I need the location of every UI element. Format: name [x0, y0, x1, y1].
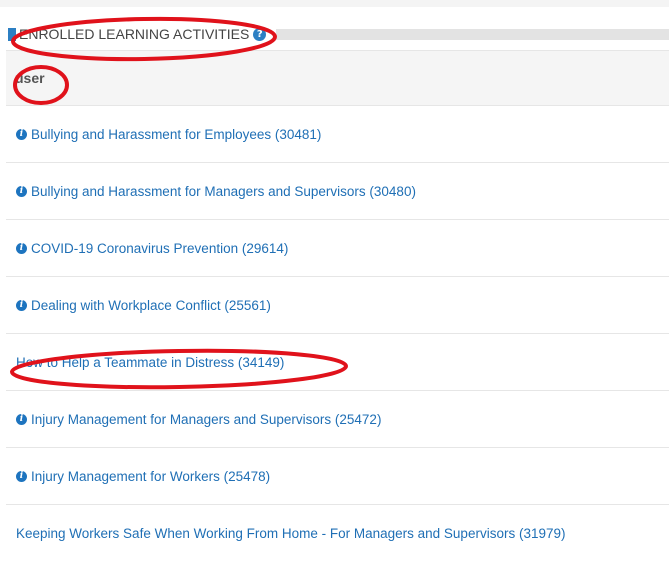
info-circle-icon[interactable]: i: [16, 242, 27, 254]
enrolled-activities-table: user i Bullying and Harassment for Emplo…: [6, 50, 669, 562]
activity-link[interactable]: Injury Management for Workers (25478): [31, 469, 270, 484]
table-row[interactable]: i Injury Management for Managers and Sup…: [6, 391, 669, 448]
section-header: ENROLLED LEARNING ACTIVITIES ?: [8, 23, 669, 45]
column-header-user: user: [15, 70, 45, 86]
section-header-bar: [276, 28, 669, 40]
table-row[interactable]: i Injury Management for Workers (25478): [6, 448, 669, 505]
activity-link[interactable]: Keeping Workers Safe When Working From H…: [16, 526, 565, 541]
info-circle-icon[interactable]: i: [16, 185, 27, 197]
table-row[interactable]: How to Help a Teammate in Distress (3414…: [6, 334, 669, 391]
table-row[interactable]: i COVID-19 Coronavirus Prevention (29614…: [6, 220, 669, 277]
table-row[interactable]: i Dealing with Workplace Conflict (25561…: [6, 277, 669, 334]
activity-link[interactable]: Bullying and Harassment for Employees (3…: [31, 127, 321, 142]
table-row[interactable]: i Bullying and Harassment for Managers a…: [6, 163, 669, 220]
page: ENROLLED LEARNING ACTIVITIES ? user i Bu…: [0, 0, 669, 565]
table-header: user: [6, 50, 669, 106]
question-circle-icon[interactable]: ?: [253, 27, 267, 41]
activity-link[interactable]: Injury Management for Managers and Super…: [31, 412, 381, 427]
info-circle-icon[interactable]: i: [16, 413, 27, 425]
info-circle-icon[interactable]: i: [16, 299, 27, 311]
top-gutter: [0, 0, 669, 7]
section-title: ENROLLED LEARNING ACTIVITIES: [19, 26, 250, 42]
table-row[interactable]: Keeping Workers Safe When Working From H…: [6, 505, 669, 562]
activity-link[interactable]: How to Help a Teammate in Distress (3414…: [16, 355, 284, 370]
activity-link[interactable]: COVID-19 Coronavirus Prevention (29614): [31, 241, 288, 256]
table-row[interactable]: i Bullying and Harassment for Employees …: [6, 106, 669, 163]
info-circle-icon[interactable]: i: [16, 470, 27, 482]
section-marker: [8, 27, 16, 41]
info-circle-icon[interactable]: i: [16, 128, 27, 140]
activity-link[interactable]: Dealing with Workplace Conflict (25561): [31, 298, 271, 313]
activity-link[interactable]: Bullying and Harassment for Managers and…: [31, 184, 416, 199]
